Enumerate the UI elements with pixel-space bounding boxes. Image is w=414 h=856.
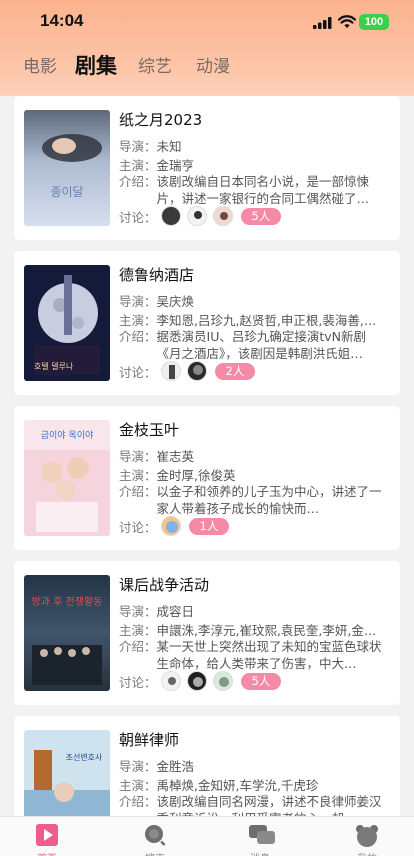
avatar[interactable]	[186, 206, 207, 226]
nav-label: 我的	[327, 850, 407, 856]
wifi-icon	[338, 15, 356, 28]
poster-image: 금이야 옥이야	[24, 420, 110, 536]
play-icon	[36, 824, 58, 846]
nav-label: 消息	[220, 850, 300, 856]
status-time: 14:04	[40, 11, 84, 30]
intro-row: 介绍： 某一天世上突然出现了未知的宝蓝色球状生命体，给人类带来了伤害，中大…	[119, 639, 382, 671]
cast-row: 主演：李知恩,吕珍九,赵贤哲,申正根,裴海善,…	[119, 313, 377, 328]
svg-text:방과 후 전쟁활동: 방과 후 전쟁활동	[32, 595, 103, 608]
tab-variety[interactable]: 综艺	[138, 52, 172, 82]
series-title[interactable]: 德鲁纳酒店	[119, 264, 194, 285]
director-row: 导演：金胜浩	[119, 759, 195, 774]
discussion-row[interactable]: 讨论： 1人	[119, 515, 230, 537]
status-bar: 14:04 100	[0, 0, 414, 46]
cast-row: 主演：禹棹焕,金知妍,车学沇,千虎珍	[119, 778, 319, 793]
avatar[interactable]	[160, 361, 181, 381]
avatar[interactable]	[212, 206, 233, 226]
nav-search[interactable]: 搜索	[115, 817, 195, 856]
nav-profile[interactable]: 我的	[327, 817, 407, 856]
discussion-row[interactable]: 讨论： 5人	[119, 670, 282, 692]
nav-label: 首页	[7, 850, 87, 856]
nav-home[interactable]: 首页	[7, 817, 87, 856]
discussion-row[interactable]: 讨论： 2人	[119, 360, 256, 382]
series-title[interactable]: 朝鲜律师	[119, 729, 179, 750]
series-card[interactable]: 종이달 纸之月2023 导演：未知 主演：金瑞亨 介绍： 该剧改编自日本同名小说，…	[14, 96, 400, 240]
tab-movies[interactable]: 电影	[23, 52, 57, 82]
intro-row: 介绍：该剧改编自同名网漫，讲述不良律师姜汉秀利章诉讼，利用受害者的心，却…	[119, 794, 382, 816]
discussion-count-badge[interactable]: 5人	[240, 672, 282, 690]
series-card[interactable]: 방과 후 전쟁활동 课后战争活动 导演：成容日 主演：申譞洙,李淳元,崔玟熙,袁…	[14, 561, 400, 705]
director-row: 导演：成容日	[119, 604, 195, 619]
nav-messages[interactable]: 消息	[220, 817, 300, 856]
svg-text:조선변호사: 조선변호사	[66, 752, 103, 762]
intro-row: 介绍： 据悉演员IU、吕珍九确定接演tvN新剧《月之酒店》，该剧因是韩剧洪氏姐…	[119, 329, 367, 361]
cast-row: 主演：金时厚,徐俊英	[119, 468, 236, 483]
director-row: 导演：崔志英	[119, 449, 195, 464]
director-row: 导演：吴庆焕	[119, 294, 195, 309]
cast-row: 主演：金瑞亨	[119, 158, 195, 173]
avatar[interactable]	[186, 361, 207, 381]
series-title[interactable]: 纸之月2023	[119, 109, 202, 130]
discussion-count-badge[interactable]: 2人	[214, 362, 256, 380]
header: 14:04 100 电影 剧集 综艺 动漫	[0, 0, 414, 96]
intro-row: 介绍： 以金子和领养的儿子玉为中心，讲述了一家人带着孩子成长的愉快而…	[119, 484, 382, 516]
search-icon	[145, 825, 166, 846]
avatar[interactable]	[160, 516, 181, 536]
cast-row: 主演：申譞洙,李淳元,崔玟熙,袁民奎,李妍,金…	[119, 623, 377, 638]
series-card[interactable]: 조선변호사 朝鲜律师 导演：金胜浩 主演：禹棹焕,金知妍,车学沇,千虎珍 介绍：…	[14, 716, 400, 816]
series-card[interactable]: 금이야 옥이야 金枝玉叶 导演：崔志英 主演：金时厚,徐俊英 介绍： 以金子和领养…	[14, 406, 400, 550]
avatar[interactable]	[160, 671, 181, 691]
intro-row: 介绍： 该剧改编自日本同名小说，是一部惊悚片，讲述一家银行的合同工偶然碰了…	[119, 174, 370, 206]
tab-series[interactable]: 剧集	[75, 51, 117, 81]
poster-image: 호텔 델루나	[24, 265, 110, 381]
tab-anime[interactable]: 动漫	[196, 52, 230, 82]
bottom-tab-bar: 首页 搜索 消息 我的	[0, 816, 414, 856]
svg-text:종이달: 종이달	[50, 185, 83, 199]
discussion-count-badge[interactable]: 1人	[188, 517, 230, 535]
series-list[interactable]: 종이달 纸之月2023 导演：未知 主演：金瑞亨 介绍： 该剧改编自日本同名小说，…	[0, 96, 414, 816]
battery-indicator: 100	[359, 14, 389, 30]
nav-label: 搜索	[115, 850, 195, 856]
director-row: 导演：未知	[119, 139, 182, 154]
series-title[interactable]: 金枝玉叶	[119, 419, 179, 440]
poster-image: 방과 후 전쟁활동	[24, 575, 110, 691]
cellular-signal-icon	[313, 17, 332, 29]
chat-icon	[249, 825, 275, 844]
category-tabs: 电影 剧集 综艺 动漫	[0, 52, 414, 84]
poster-image: 종이달	[24, 110, 110, 226]
avatar[interactable]	[160, 206, 181, 226]
svg-text:금이야 옥이야: 금이야 옥이야	[41, 430, 94, 441]
poster-image: 조선변호사	[24, 730, 110, 816]
avatar[interactable]	[186, 671, 207, 691]
discussion-count-badge[interactable]: 5人	[240, 207, 282, 225]
series-card[interactable]: 호텔 델루나 德鲁纳酒店 导演：吴庆焕 主演：李知恩,吕珍九,赵贤哲,申正根,裴…	[14, 251, 400, 395]
bear-icon	[356, 825, 378, 847]
series-title[interactable]: 课后战争活动	[119, 574, 209, 595]
avatar[interactable]	[212, 671, 233, 691]
discussion-row[interactable]: 讨论： 5人	[119, 205, 282, 227]
svg-text:호텔 델루나: 호텔 델루나	[34, 362, 74, 371]
